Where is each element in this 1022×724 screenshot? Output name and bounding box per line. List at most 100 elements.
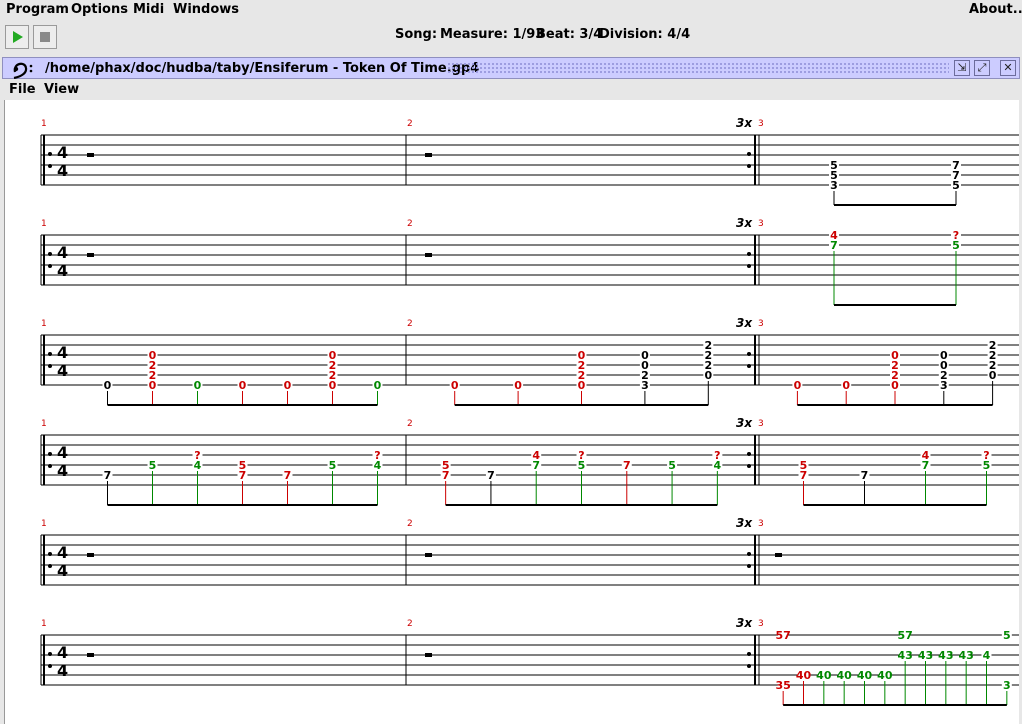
fret-number: 0	[451, 379, 459, 392]
time-signature-bottom: 4	[57, 361, 68, 380]
repeat-dot	[747, 652, 751, 656]
measure-number: 2	[407, 219, 413, 229]
stop-button[interactable]	[33, 25, 57, 49]
fret-number: 0	[239, 379, 247, 392]
close-window-button[interactable]: ✕	[1000, 60, 1016, 76]
fret-number: 0	[989, 369, 997, 382]
play-button[interactable]	[5, 25, 29, 49]
fret-number: 7	[830, 239, 838, 252]
fret-number: 7	[623, 459, 631, 472]
repeat-count-label: 3x	[736, 616, 753, 630]
fret-number: 0	[794, 379, 802, 392]
fret-number: 0	[704, 369, 712, 382]
fret-number: 7	[532, 459, 540, 472]
measure-readout: Measure: 1/93	[440, 27, 545, 42]
fret-number: 0	[514, 379, 522, 392]
whole-rest	[87, 253, 94, 257]
measure-number: 1	[41, 119, 47, 129]
fret-number: 4	[194, 459, 202, 472]
time-signature-bottom: 4	[57, 561, 68, 580]
maximize-icon: ⤢	[977, 61, 987, 74]
menu-options[interactable]: Options	[71, 2, 128, 17]
measure-number: 3	[758, 119, 764, 129]
repeat-dot	[747, 252, 751, 256]
whole-rest	[425, 653, 432, 657]
repeat-dot	[747, 564, 751, 568]
repeat-dot	[48, 564, 52, 568]
menu-midi[interactable]: Midi	[133, 2, 164, 17]
fret-number: 43	[938, 649, 953, 662]
fret-number: 5	[952, 179, 960, 192]
measure-number: 3	[758, 519, 764, 529]
measure-number: 3	[758, 619, 764, 629]
measure-number: 1	[41, 219, 47, 229]
repeat-count-label: 3x	[736, 116, 753, 130]
whole-rest	[425, 553, 432, 557]
repeat-dot	[747, 664, 751, 668]
repeat-dot	[48, 264, 52, 268]
repeat-dot	[747, 364, 751, 368]
fret-number: 7	[487, 469, 495, 482]
fret-number: 57	[776, 629, 791, 642]
tablature-score[interactable]: 4 4 1 2 3 3x 5 5 3 7 7 5 4 4 1 2 3 3x 4 7? 5 4 4 1 2 3 3x 0 0 2 2 0 0 0 0 0…	[4, 100, 1019, 724]
menu-about[interactable]: About...	[969, 2, 1022, 17]
bass-clef-icon	[13, 62, 33, 79]
time-signature-top: 4	[57, 243, 68, 262]
menu-view[interactable]: View	[44, 82, 79, 97]
measure-number: 2	[407, 319, 413, 329]
fret-number: 7	[800, 469, 808, 482]
repeat-dot	[48, 252, 52, 256]
stop-icon	[40, 32, 50, 42]
division-readout: Division: 4/4	[599, 27, 691, 42]
fret-number: 3	[830, 179, 838, 192]
menu-windows[interactable]: Windows	[173, 2, 239, 17]
fret-number: 3	[940, 379, 948, 392]
fret-number: 0	[284, 379, 292, 392]
measure-number: 2	[407, 619, 413, 629]
fret-number: 40	[857, 669, 873, 682]
fret-number: 5	[578, 459, 586, 472]
measure-number: 2	[407, 519, 413, 529]
minimize-window-button[interactable]: ⇲	[954, 60, 970, 76]
fret-number: 4	[983, 649, 991, 662]
song-label: Song:	[395, 27, 438, 42]
beat-readout: Beat: 3/4	[536, 27, 603, 42]
fret-number: 43	[898, 649, 913, 662]
whole-rest	[87, 553, 94, 557]
time-signature-top: 4	[57, 543, 68, 562]
fret-number: 57	[898, 629, 913, 642]
repeat-dot	[48, 464, 52, 468]
whole-rest	[87, 653, 94, 657]
menu-file[interactable]: File	[9, 82, 36, 97]
fret-number: 5	[668, 459, 676, 472]
toolbar: Song: Measure: 1/93 Beat: 3/4 Division: …	[0, 21, 1022, 53]
time-signature-top: 4	[57, 343, 68, 362]
fret-number: 40	[837, 669, 853, 682]
fret-number: 0	[194, 379, 202, 392]
maximize-window-button[interactable]: ⤢	[974, 60, 990, 76]
document-titlebar[interactable]: /home/phax/doc/hudba/taby/Ensiferum - To…	[2, 57, 1020, 79]
repeat-dot	[747, 552, 751, 556]
document-menu-bar: File View	[2, 80, 1020, 100]
time-signature-top: 4	[57, 143, 68, 162]
repeat-dot	[747, 352, 751, 356]
fret-number: 7	[104, 469, 112, 482]
fret-number: 0	[891, 379, 899, 392]
measure-number: 1	[41, 319, 47, 329]
fret-number: 0	[329, 379, 337, 392]
time-signature-bottom: 4	[57, 461, 68, 480]
fret-number: 0	[842, 379, 850, 392]
repeat-dot	[48, 552, 52, 556]
whole-rest	[775, 553, 782, 557]
repeat-dot	[48, 452, 52, 456]
tablature-canvas[interactable]: 441 2 33x553775441 2 33x47?5441 2 33x00220 0 0 00…	[5, 100, 1019, 724]
measure-number: 3	[758, 419, 764, 429]
repeat-dot	[48, 164, 52, 168]
close-icon: ✕	[1003, 61, 1013, 74]
fret-number: 40	[877, 669, 893, 682]
menu-program[interactable]: Program	[6, 2, 69, 17]
fret-number: 5	[952, 239, 960, 252]
measure-number: 3	[758, 219, 764, 229]
titlebar-grip	[447, 62, 949, 74]
repeat-count-label: 3x	[736, 216, 753, 230]
